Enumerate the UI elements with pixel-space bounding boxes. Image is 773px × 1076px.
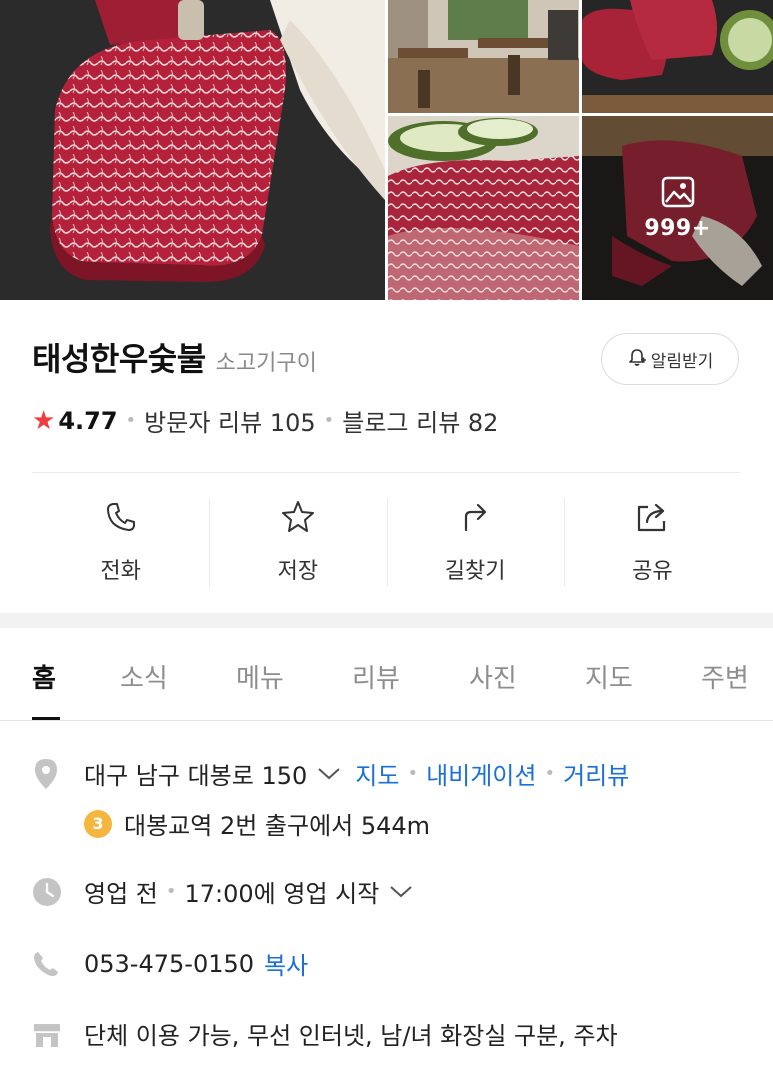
more-photos-tile[interactable]: 999+ (582, 116, 773, 300)
rating-value: 4.77 (58, 406, 118, 435)
streetview-link[interactable]: 거리뷰 (563, 756, 629, 791)
phone-icon (104, 497, 138, 537)
interior-photo[interactable] (388, 0, 579, 113)
facilities-text: 단체 이용 가능, 무선 인터넷, 남/녀 화장실 구분, 주차 (84, 1022, 618, 1050)
chevron-down-icon[interactable] (389, 885, 413, 899)
hours-row[interactable]: 영업 전 • 17:00에 영업 시작 (32, 874, 413, 909)
share-icon (634, 497, 670, 537)
hours-text: 17:00에 영업 시작 (184, 880, 380, 908)
subway-directions: 대봉교역 2번 출구에서 544m (124, 812, 431, 840)
rating-star-icon: ★ (32, 405, 56, 436)
subway-line-badge: 3 (84, 809, 112, 838)
separator-dot: • (165, 881, 177, 902)
phone-row: 053-475-0150 복사 (32, 946, 308, 981)
share-label: 공유 (632, 559, 673, 584)
store-icon (32, 1020, 68, 1048)
photo-count: 999+ (644, 215, 711, 241)
facilities-row: 단체 이용 가능, 무선 인터넷, 남/녀 화장실 구분, 주차 (32, 1016, 618, 1051)
map-link[interactable]: 지도 (355, 756, 399, 791)
main-photo[interactable] (0, 0, 385, 300)
tab-news[interactable]: 소식 (120, 658, 168, 695)
copy-phone-button[interactable]: 복사 (264, 946, 308, 981)
image-icon (661, 176, 695, 208)
active-tab-indicator (32, 717, 60, 720)
tab-nearby[interactable]: 주변 (701, 658, 749, 695)
location-pin-icon (32, 758, 68, 790)
separator-dot: • (125, 410, 137, 431)
subway-row: 3 대봉교역 2번 출구에서 544m (84, 806, 430, 841)
place-category: 소고기구이 (215, 351, 317, 376)
photo-gallery: 999+ (0, 0, 773, 300)
tab-photos[interactable]: 사진 (469, 658, 517, 695)
save-button[interactable]: 저장 (209, 497, 386, 589)
alert-label: 알림받기 (650, 351, 714, 372)
call-label: 전화 (100, 559, 141, 584)
separator-dot: • (407, 763, 419, 784)
chevron-down-icon[interactable] (317, 767, 341, 781)
alert-subscribe-button[interactable]: 알림받기 (601, 333, 739, 385)
hours-status: 영업 전 (84, 880, 158, 908)
save-label: 저장 (277, 559, 319, 584)
steak-slices-photo[interactable] (388, 116, 579, 300)
steaks-photo[interactable] (582, 0, 773, 113)
star-icon (280, 497, 316, 537)
phone-icon (32, 950, 68, 978)
separator-dot: • (323, 410, 335, 431)
action-bar: 전화 저장 길찾기 공유 (32, 497, 741, 589)
directions-icon (458, 497, 492, 537)
address-text: 대구 남구 대봉로 150 (84, 762, 308, 790)
blog-reviews-link[interactable]: 블로그 리뷰 82 (342, 403, 498, 438)
place-title-row: 태성한우숯불 소고기구이 (32, 334, 317, 380)
bell-plus-icon (627, 347, 651, 372)
share-button[interactable]: 공유 (563, 497, 741, 589)
tab-map[interactable]: 지도 (585, 658, 633, 695)
call-button[interactable]: 전화 (32, 497, 209, 589)
navigation-link[interactable]: 내비게이션 (426, 756, 536, 791)
section-gap (0, 613, 773, 628)
place-name: 태성한우숯불 (32, 340, 206, 378)
directions-label: 길찾기 (444, 559, 506, 584)
tab-reviews[interactable]: 리뷰 (352, 658, 400, 695)
separator-dot: • (544, 763, 556, 784)
tab-home[interactable]: 홈 (32, 658, 56, 695)
more-photos-overlay: 999+ (582, 116, 773, 300)
address-row: 대구 남구 대봉로 150 지도 • 내비게이션 • 거리뷰 (32, 756, 629, 791)
visitor-reviews-link[interactable]: 방문자 리뷰 105 (144, 403, 315, 438)
rating-row: ★ 4.77 • 방문자 리뷰 105 • 블로그 리뷰 82 (32, 403, 498, 438)
clock-icon (32, 877, 68, 907)
phone-number[interactable]: 053-475-0150 (84, 950, 254, 978)
divider (32, 472, 741, 473)
tab-bar: 홈 소식 메뉴 리뷰 사진 지도 주변 (0, 628, 773, 721)
tab-menu[interactable]: 메뉴 (236, 658, 284, 695)
directions-button[interactable]: 길찾기 (386, 497, 564, 589)
